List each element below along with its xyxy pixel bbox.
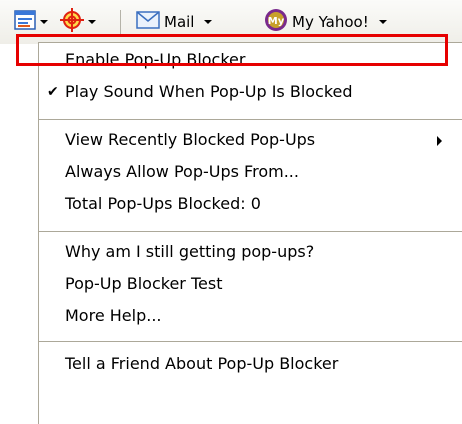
page-menu-button[interactable] [14, 10, 48, 34]
menu-item-label: Why am I still getting pop-ups? [65, 242, 315, 261]
menu-item-total-blocked[interactable]: Total Pop-Ups Blocked: 0 [39, 189, 462, 219]
mail-label: Mail [164, 13, 195, 31]
menu-item-label: Play Sound When Pop-Up Is Blocked [65, 82, 353, 101]
chevron-down-icon [40, 20, 48, 24]
popup-blocker-button[interactable] [60, 8, 96, 36]
my-yahoo-icon-text: My [268, 16, 285, 27]
popup-blocker-menu: Enable Pop-Up Blocker ✔ Play Sound When … [38, 42, 462, 424]
menu-separator [39, 119, 462, 120]
checkmark-icon: ✔ [47, 84, 59, 100]
chevron-down-icon [204, 20, 213, 24]
menu-item-label: Total Pop-Ups Blocked: 0 [65, 194, 261, 213]
crosshair-target-icon [60, 8, 84, 36]
menu-item-why-still-popups[interactable]: Why am I still getting pop-ups? [39, 237, 462, 267]
menu-item-view-recently-blocked[interactable]: View Recently Blocked Pop-Ups [39, 125, 462, 155]
page-menu-icon [14, 10, 36, 34]
menu-item-label: Pop-Up Blocker Test [65, 274, 223, 293]
chevron-down-icon [378, 20, 387, 24]
menu-item-always-allow[interactable]: Always Allow Pop-Ups From... [39, 157, 462, 187]
menu-item-label: Always Allow Pop-Ups From... [65, 162, 299, 181]
highlight-box [16, 34, 448, 66]
mail-button[interactable]: Mail [136, 10, 213, 34]
menu-separator [39, 341, 462, 342]
submenu-arrow-icon [437, 136, 442, 146]
menu-item-label: Tell a Friend About Pop-Up Blocker [65, 354, 339, 373]
menu-item-blocker-test[interactable]: Pop-Up Blocker Test [39, 269, 462, 299]
mail-icon [136, 11, 160, 33]
menu-item-label: View Recently Blocked Pop-Ups [65, 130, 316, 149]
menu-item-tell-a-friend[interactable]: Tell a Friend About Pop-Up Blocker [39, 349, 462, 379]
chevron-down-icon [88, 20, 96, 24]
my-yahoo-button[interactable]: My My Yahoo! [264, 8, 387, 36]
toolbar-separator [120, 10, 121, 34]
menu-item-label: More Help... [65, 306, 162, 325]
menu-item-more-help[interactable]: More Help... [39, 301, 462, 331]
my-yahoo-icon: My [264, 8, 288, 36]
my-yahoo-label: My Yahoo! [292, 13, 369, 31]
menu-item-play-sound[interactable]: ✔ Play Sound When Pop-Up Is Blocked [39, 77, 462, 107]
menu-separator [39, 231, 462, 232]
